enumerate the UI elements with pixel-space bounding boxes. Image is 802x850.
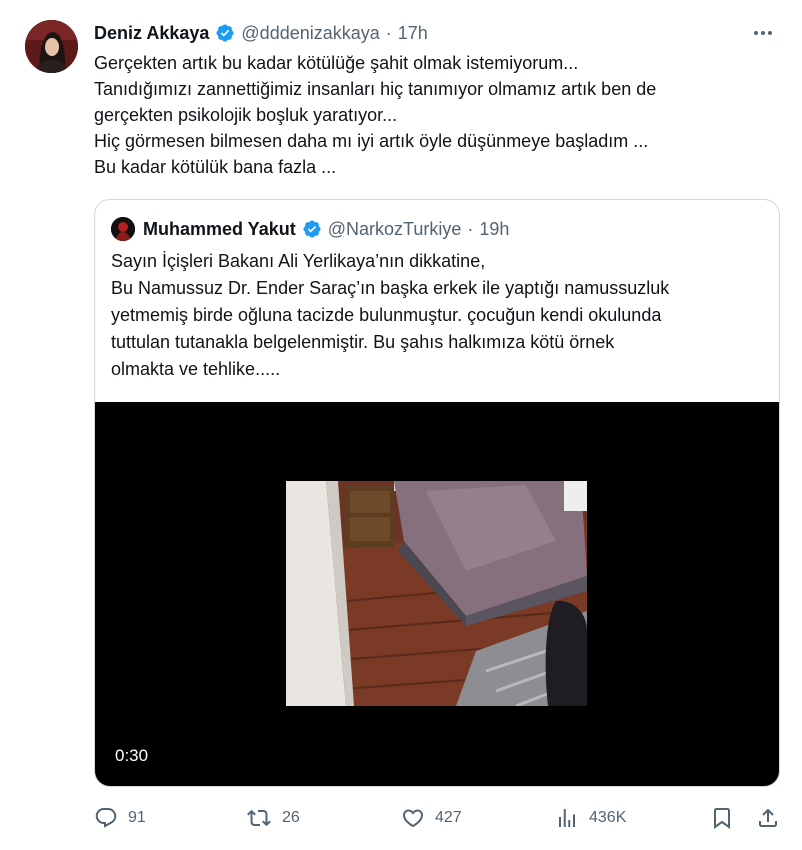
quoted-author-avatar <box>111 217 135 241</box>
quoted-tweet-header: Muhammed Yakut @NarkozTurkiye · 19h <box>111 216 509 242</box>
quoted-text-line: tuttulan tutanakla belgelenmiştir. Bu şa… <box>111 332 615 352</box>
tweet-text-line: Bu kadar kötülük bana fazla ... <box>94 157 337 177</box>
video-player[interactable]: 0:30 <box>95 402 779 786</box>
views-button[interactable]: 436K <box>555 803 626 833</box>
quoted-tweet-time: 19h <box>479 218 510 239</box>
quoted-author-name: Muhammed Yakut <box>143 218 296 239</box>
retweet-count: 26 <box>282 809 300 826</box>
tweet: Deniz Akkaya @dddenizakkaya · 17h Gerçek… <box>0 0 802 850</box>
bookmark-icon <box>714 808 730 829</box>
reply-button[interactable]: 91 <box>94 803 146 833</box>
tweet-text: Gerçekten artık bu kadar kötülüğe şahit … <box>94 50 784 180</box>
video-duration: 0:30 <box>115 746 149 765</box>
author-avatar[interactable] <box>25 20 78 73</box>
tweet-text-line: Hiç görmesen bilmesen daha mı iyi artık … <box>94 131 649 151</box>
tweet-header: Deniz Akkaya @dddenizakkaya · 17h <box>94 19 428 47</box>
tweet-time[interactable]: 17h <box>398 23 428 44</box>
video-thumbnail <box>286 481 587 706</box>
like-button[interactable]: 427 <box>401 803 462 833</box>
heart-icon <box>402 809 424 828</box>
views-chart-icon <box>559 809 575 827</box>
quoted-text-line: Bu Namussuz Dr. Ender Saraç’ın başka erk… <box>111 278 670 298</box>
share-button[interactable] <box>756 803 790 833</box>
quoted-author-handle: @NarkozTurkiye <box>327 218 462 239</box>
reply-icon <box>95 808 117 828</box>
bookmark-button[interactable] <box>710 803 744 833</box>
tweet-text-line: Gerçekten artık bu kadar kötülüğe şahit … <box>94 53 579 73</box>
share-icon <box>759 808 777 827</box>
author-name[interactable]: Deniz Akkaya <box>94 23 209 44</box>
tweet-actions: 91 26 427 436K <box>94 803 784 833</box>
author-handle[interactable]: @dddenizakkaya <box>241 23 379 44</box>
quoted-text-line: olmakta ve tehlike..... <box>111 359 281 379</box>
reply-count: 91 <box>128 809 146 826</box>
separator-dot: · <box>385 22 392 43</box>
retweet-icon <box>247 809 271 827</box>
views-count: 436K <box>589 809 627 826</box>
quoted-text-line: Sayın İçişleri Bakanı Ali Yerlikaya’nın … <box>111 251 486 271</box>
quoted-text-line: yetmemiş birde oğluna tacizde bulunmuştu… <box>111 305 662 325</box>
retweet-button[interactable]: 26 <box>246 803 300 833</box>
like-count: 427 <box>435 809 462 826</box>
tweet-text-line: Tanıdığımızı zannettiğimiz insanları hiç… <box>94 79 657 99</box>
verified-badge-icon <box>215 23 235 43</box>
more-options-icon[interactable] <box>748 20 778 46</box>
verified-badge-icon <box>302 219 322 239</box>
tweet-text-line: gerçekten psikolojik boşluk yaratıyor... <box>94 105 398 125</box>
quoted-tweet[interactable]: Muhammed Yakut @NarkozTurkiye · 19h Sayı… <box>94 199 780 787</box>
separator-dot: · <box>467 218 474 239</box>
quoted-tweet-text: Sayın İçişleri Bakanı Ali Yerlikaya’nın … <box>111 248 771 383</box>
